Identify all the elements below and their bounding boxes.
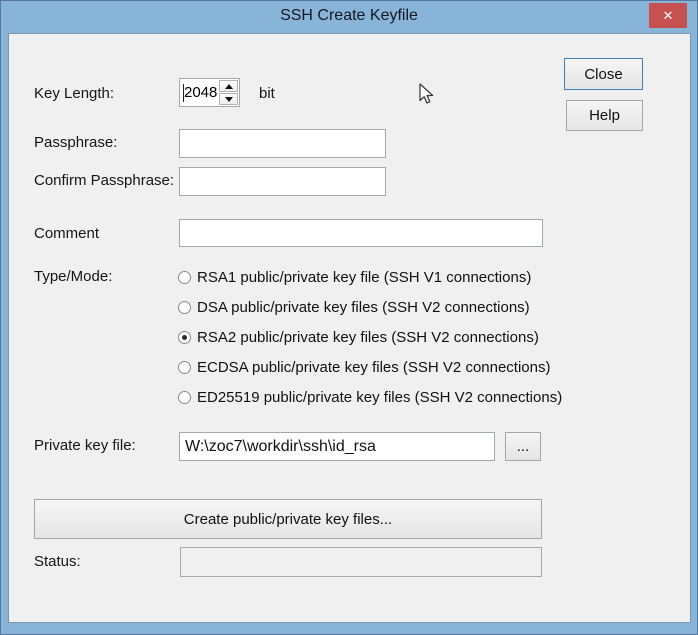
passphrase-input[interactable] — [179, 129, 386, 158]
radio-icon[interactable] — [178, 391, 191, 404]
comment-label: Comment — [34, 224, 99, 244]
private-key-file-input[interactable] — [179, 432, 495, 461]
radio-dot — [182, 335, 187, 340]
status-field — [180, 547, 542, 577]
key-length-label: Key Length: — [34, 84, 114, 104]
key-length-input[interactable] — [184, 81, 217, 104]
titlebar[interactable]: SSH Create Keyfile ✕ — [1, 1, 697, 34]
help-button[interactable]: Help — [566, 100, 643, 131]
radio-icon[interactable] — [178, 301, 191, 314]
spinner-down-button[interactable] — [219, 93, 238, 105]
create-keyfiles-button-label: Create public/private key files... — [184, 511, 392, 528]
help-button-label: Help — [589, 107, 620, 124]
key-length-unit-label: bit — [259, 84, 275, 104]
private-key-file-label: Private key file: — [34, 436, 136, 456]
radio-option-4[interactable]: ECDSA public/private key files (SSH V2 c… — [178, 357, 551, 377]
confirm-passphrase-label: Confirm Passphrase: — [34, 171, 174, 191]
radio-dot — [182, 365, 187, 370]
radio-option-3[interactable]: RSA2 public/private key files (SSH V2 co… — [178, 327, 539, 347]
radio-option-2[interactable]: DSA public/private key files (SSH V2 con… — [178, 297, 530, 317]
window-title: SSH Create Keyfile — [1, 7, 697, 25]
radio-dot — [182, 275, 187, 280]
radio-option-5[interactable]: ED25519 public/private key files (SSH V2… — [178, 387, 562, 407]
spinner-down-icon — [225, 97, 233, 102]
mouse-cursor — [419, 83, 435, 105]
passphrase-label: Passphrase: — [34, 133, 117, 153]
comment-input[interactable] — [179, 219, 543, 247]
status-label: Status: — [34, 552, 81, 572]
close-button[interactable]: Close — [564, 58, 643, 90]
radio-dot — [182, 395, 187, 400]
spinner-up-button[interactable] — [219, 80, 238, 92]
text-cursor — [183, 84, 184, 102]
create-keyfiles-button[interactable]: Create public/private key files... — [34, 499, 542, 539]
type-mode-label: Type/Mode: — [34, 267, 112, 287]
radio-dot — [182, 305, 187, 310]
radio-option-1[interactable]: RSA1 public/private key file (SSH V1 con… — [178, 267, 531, 287]
radio-option-label: DSA public/private key files (SSH V2 con… — [197, 299, 530, 316]
close-button-label: Close — [584, 66, 622, 83]
radio-icon[interactable] — [178, 271, 191, 284]
radio-option-label: ECDSA public/private key files (SSH V2 c… — [197, 359, 551, 376]
radio-option-label: RSA2 public/private key files (SSH V2 co… — [197, 329, 539, 346]
key-length-spinner[interactable] — [179, 78, 240, 107]
close-icon: ✕ — [663, 8, 674, 23]
browse-button-label: ... — [517, 438, 530, 455]
confirm-passphrase-input[interactable] — [179, 167, 386, 196]
spinner-up-icon — [225, 84, 233, 89]
ssh-create-keyfile-dialog: SSH Create Keyfile ✕ Key Length: bit Pas… — [0, 0, 698, 635]
radio-icon[interactable] — [178, 331, 191, 344]
browse-button[interactable]: ... — [505, 432, 541, 461]
radio-icon[interactable] — [178, 361, 191, 374]
radio-option-label: RSA1 public/private key file (SSH V1 con… — [197, 269, 531, 286]
window-close-button[interactable]: ✕ — [649, 3, 687, 28]
radio-option-label: ED25519 public/private key files (SSH V2… — [197, 389, 562, 406]
